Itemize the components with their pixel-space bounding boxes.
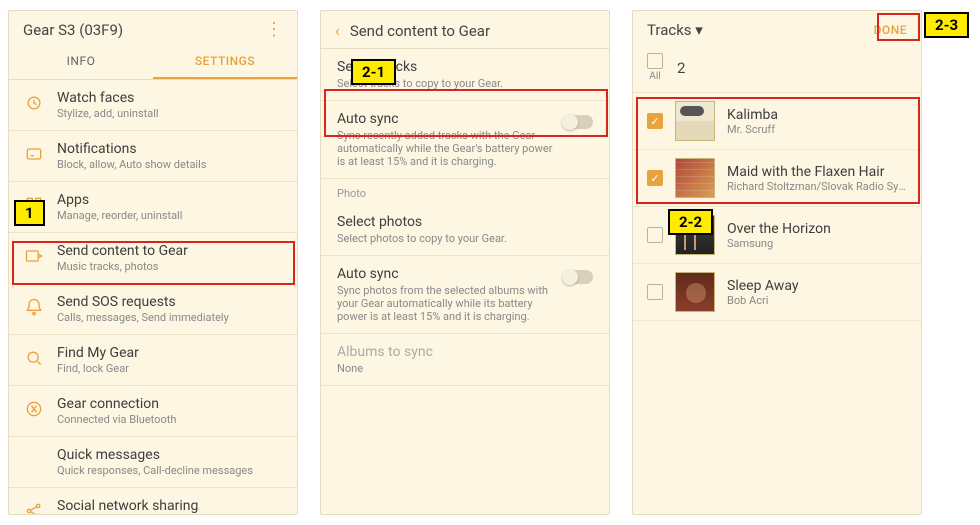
item-sub: Block, allow, Auto show details (57, 158, 283, 171)
tab-info[interactable]: INFO (9, 45, 153, 79)
track-row[interactable]: ✓ Kalimba Mr. Scruff (633, 93, 921, 150)
more-menu-icon[interactable]: ⋮ (265, 26, 283, 34)
item-title: Send content to Gear (57, 243, 283, 259)
tracks-dropdown[interactable]: Tracks ▾ (647, 21, 703, 39)
panel-send-content: ‹ Send content to Gear Select tracks Sel… (320, 10, 610, 515)
track-title: Maid with the Flaxen Hair (727, 164, 907, 180)
item-watch-faces[interactable]: Watch faces Stylize, add, uninstall (9, 80, 297, 131)
item-apps[interactable]: Apps Manage, reorder, uninstall (9, 182, 297, 233)
item-find-gear[interactable]: Find My Gear Find, lock Gear (9, 335, 297, 386)
page-title: Send content to Gear (350, 22, 490, 40)
item-title: Select photos (337, 214, 593, 230)
callout-2-3: 2-3 (924, 12, 969, 38)
item-title: Notifications (57, 141, 283, 157)
track-title: Over the Horizon (727, 221, 907, 237)
item-title: Quick messages (57, 447, 283, 463)
done-button[interactable]: DONE (874, 23, 907, 37)
item-title: Apps (57, 192, 283, 208)
item-sub: None (337, 362, 593, 375)
device-title: Gear S3 (03F9) (23, 21, 123, 39)
callout-2-1: 2-1 (351, 59, 396, 85)
item-social-sharing[interactable]: Social network sharing Share your workou… (9, 488, 297, 515)
album-art (675, 272, 715, 312)
section-photo: Photo (321, 179, 609, 204)
item-title: Send SOS requests (57, 294, 283, 310)
track-artist: Bob Acri (727, 294, 907, 307)
callout-1: 1 (14, 200, 45, 226)
album-art (675, 158, 715, 198)
checkbox-track[interactable] (647, 227, 663, 243)
item-title: Gear connection (57, 396, 283, 412)
item-title: Find My Gear (57, 345, 283, 361)
checkbox-track[interactable] (647, 284, 663, 300)
album-art (675, 101, 715, 141)
toggle-autosync-photos[interactable] (563, 270, 593, 284)
track-title: Kalimba (727, 107, 907, 123)
item-sub: Select photos to copy to your Gear. (337, 232, 593, 245)
item-sub: Connected via Bluetooth (57, 413, 283, 426)
item-select-photos[interactable]: Select photos Select photos to copy to y… (321, 204, 609, 256)
toggle-autosync-music[interactable] (563, 115, 593, 129)
item-notifications[interactable]: Notifications Block, allow, Auto show de… (9, 131, 297, 182)
item-title: Social network sharing (57, 498, 283, 514)
item-autosync-music[interactable]: Auto sync Sync recently added tracks wit… (321, 101, 609, 179)
bluetooth-icon (23, 398, 45, 420)
item-sub: Manage, reorder, uninstall (57, 209, 283, 222)
item-sub: Quick responses, Call-decline messages (57, 464, 283, 477)
item-title: Auto sync (337, 266, 563, 282)
checkbox-track[interactable]: ✓ (647, 170, 663, 186)
tab-settings[interactable]: SETTINGS (153, 45, 297, 79)
item-albums-sync: Albums to sync None (321, 334, 609, 386)
track-title: Sleep Away (727, 278, 907, 294)
item-sub: Sync photos from the selected albums wit… (337, 284, 563, 323)
share-icon (23, 500, 45, 515)
item-quick-messages[interactable]: Quick messages Quick responses, Call-dec… (9, 437, 297, 488)
item-autosync-photos[interactable]: Auto sync Sync photos from the selected … (321, 256, 609, 334)
track-artist: Samsung (727, 237, 907, 250)
item-title: Watch faces (57, 90, 283, 106)
notifications-icon (23, 143, 45, 165)
item-sub: Stylize, add, uninstall (57, 107, 283, 120)
track-row[interactable]: ✓ Maid with the Flaxen Hair Richard Stol… (633, 150, 921, 207)
item-sub: Find, lock Gear (57, 362, 283, 375)
track-row[interactable]: Sleep Away Bob Acri (633, 264, 921, 321)
item-sub: Music tracks, photos (57, 260, 283, 273)
track-artist: Richard Stoltzman/Slovak Radio Symp... (727, 180, 907, 193)
checkbox-all[interactable] (647, 53, 663, 69)
chevron-down-icon: ▾ (695, 21, 703, 39)
track-artist: Mr. Scruff (727, 123, 907, 136)
send-content-icon (23, 245, 45, 267)
back-icon[interactable]: ‹ (335, 21, 340, 40)
item-sub: Sync recently added tracks with the Gear… (337, 129, 563, 168)
find-gear-icon (23, 347, 45, 369)
watch-face-icon (23, 92, 45, 114)
item-title: Albums to sync (337, 344, 593, 360)
panel-tracks: Tracks ▾ DONE All 2 ✓ Kalimba Mr. Scruff… (632, 10, 922, 515)
panel-gear-settings: Gear S3 (03F9) ⋮ INFO SETTINGS Watch fac… (8, 10, 298, 515)
item-title: Auto sync (337, 111, 563, 127)
all-label: All (649, 71, 660, 82)
item-gear-connection[interactable]: Gear connection Connected via Bluetooth (9, 386, 297, 437)
item-sub: Calls, messages, Send immediately (57, 311, 283, 324)
checkbox-track[interactable]: ✓ (647, 113, 663, 129)
callout-2-2: 2-2 (668, 209, 713, 235)
item-send-content[interactable]: Send content to Gear Music tracks, photo… (9, 233, 297, 284)
item-sos[interactable]: Send SOS requests Calls, messages, Send … (9, 284, 297, 335)
selected-count: 2 (677, 59, 685, 77)
sos-icon (23, 296, 45, 318)
